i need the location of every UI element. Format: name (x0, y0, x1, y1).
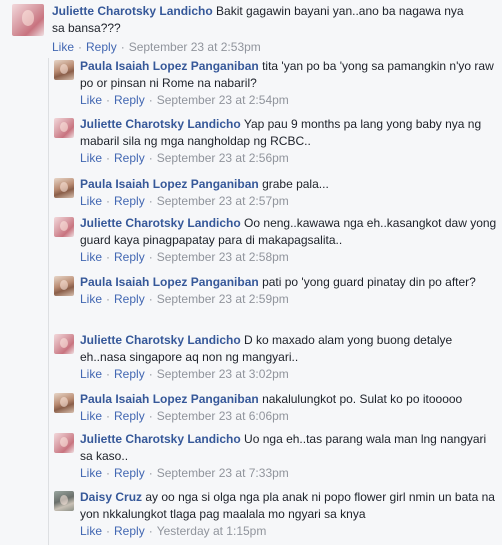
top-comment: Juliette Charotsky Landicho Bakit gagawi… (0, 0, 502, 58)
reply-text: pati po 'yong guard pinatay din po after… (262, 275, 476, 289)
reply-author-link[interactable]: Juliette Charotsky Landicho (80, 333, 241, 347)
like-button[interactable]: Like (80, 93, 102, 107)
reply-body: Paula Isaiah Lopez Panganiban nakalulung… (80, 391, 500, 424)
reply-button[interactable]: Reply (114, 524, 145, 538)
reply-actions: Like · Reply · September 23 at 2:54pm (80, 93, 289, 107)
reply-text: nakalulungkot po. Sulat ko po itooooo (262, 392, 463, 406)
like-button[interactable]: Like (80, 250, 102, 264)
reply-timestamp[interactable]: September 23 at 2:56pm (157, 151, 289, 165)
comment-author-link[interactable]: Juliette Charotsky Landicho (52, 4, 213, 18)
like-button[interactable]: Like (80, 524, 102, 538)
reply-actions: Like · Reply · September 23 at 3:02pm (80, 367, 289, 381)
reply-actions: Like · Reply · September 23 at 2:56pm (80, 151, 289, 165)
reply-button[interactable]: Reply (114, 367, 145, 381)
avatar[interactable] (12, 4, 44, 36)
reply-thread: Paula Isaiah Lopez Panganiban tita 'yan … (48, 58, 502, 545)
reply-button[interactable]: Reply (114, 194, 145, 208)
like-button[interactable]: Like (80, 292, 102, 306)
reply-body: Paula Isaiah Lopez Panganiban pati po 'y… (80, 274, 500, 307)
reply-body: Daisy Cruz ay oo nga si olga nga pla ana… (80, 489, 500, 539)
like-button[interactable]: Like (80, 367, 102, 381)
like-button[interactable]: Like (80, 466, 102, 480)
avatar[interactable] (54, 276, 74, 296)
reply-author-link[interactable]: Daisy Cruz (80, 490, 142, 504)
avatar[interactable] (54, 178, 74, 198)
reply-body: Juliette Charotsky Landicho Yap pau 9 mo… (80, 116, 500, 166)
reply-text: ay oo nga si olga nga pla anak ni popo f… (80, 490, 495, 521)
comment-timestamp[interactable]: September 23 at 2:53pm (129, 40, 261, 54)
reply-button[interactable]: Reply (114, 250, 145, 264)
like-button[interactable]: Like (52, 40, 74, 54)
comment-actions: Like · Reply · September 23 at 2:53pm (52, 40, 261, 54)
reply-author-link[interactable]: Juliette Charotsky Landicho (80, 216, 241, 230)
reply-author-link[interactable]: Juliette Charotsky Landicho (80, 432, 241, 446)
reply-button[interactable]: Reply (114, 292, 145, 306)
avatar[interactable] (54, 491, 74, 511)
reply-button[interactable]: Reply (114, 151, 145, 165)
avatar[interactable] (54, 334, 74, 354)
reply-actions: Like · Reply · Yesterday at 1:15pm (80, 524, 267, 538)
reply-button[interactable]: Reply (114, 409, 145, 423)
reply-timestamp[interactable]: September 23 at 2:59pm (157, 292, 289, 306)
reply-actions: Like · Reply · September 23 at 6:06pm (80, 409, 289, 423)
reply-thread-bar (48, 58, 49, 545)
reply-author-link[interactable]: Paula Isaiah Lopez Panganiban (80, 392, 259, 406)
reply-author-link[interactable]: Paula Isaiah Lopez Panganiban (80, 177, 259, 191)
avatar[interactable] (54, 217, 74, 237)
reply-author-link[interactable]: Paula Isaiah Lopez Panganiban (80, 275, 259, 289)
avatar[interactable] (54, 393, 74, 413)
like-button[interactable]: Like (80, 194, 102, 208)
reply-button[interactable]: Reply (114, 466, 145, 480)
like-button[interactable]: Like (80, 409, 102, 423)
avatar[interactable] (54, 60, 74, 80)
reply-actions: Like · Reply · September 23 at 2:58pm (80, 250, 289, 264)
reply-button[interactable]: Reply (86, 40, 117, 54)
reply-timestamp[interactable]: September 23 at 7:33pm (157, 466, 289, 480)
reply-body: Paula Isaiah Lopez Panganiban tita 'yan … (80, 58, 500, 108)
avatar[interactable] (54, 118, 74, 138)
reply-timestamp[interactable]: September 23 at 3:02pm (157, 367, 289, 381)
reply-author-link[interactable]: Paula Isaiah Lopez Panganiban (80, 59, 259, 73)
reply-timestamp[interactable]: September 23 at 2:57pm (157, 194, 289, 208)
reply-actions: Like · Reply · September 23 at 7:33pm (80, 466, 289, 480)
comment-body: Juliette Charotsky Landicho Bakit gagawi… (52, 3, 472, 55)
reply-timestamp[interactable]: September 23 at 2:58pm (157, 250, 289, 264)
like-button[interactable]: Like (80, 151, 102, 165)
reply-actions: Like · Reply · September 23 at 2:57pm (80, 194, 289, 208)
reply-timestamp[interactable]: September 23 at 6:06pm (157, 409, 289, 423)
reply-author-link[interactable]: Juliette Charotsky Landicho (80, 117, 241, 131)
reply-body: Juliette Charotsky Landicho Oo neng..kaw… (80, 215, 500, 265)
reply-text: grabe pala... (262, 177, 329, 191)
reply-timestamp[interactable]: September 23 at 2:54pm (157, 93, 289, 107)
reply-body: Juliette Charotsky Landicho D ko maxado … (80, 332, 500, 382)
reply-timestamp[interactable]: Yesterday at 1:15pm (157, 524, 267, 538)
reply-body: Juliette Charotsky Landicho Uo nga eh..t… (80, 431, 500, 481)
reply-button[interactable]: Reply (114, 93, 145, 107)
reply-actions: Like · Reply · September 23 at 2:59pm (80, 292, 289, 306)
reply-body: Paula Isaiah Lopez Panganiban grabe pala… (80, 176, 500, 209)
avatar[interactable] (54, 433, 74, 453)
